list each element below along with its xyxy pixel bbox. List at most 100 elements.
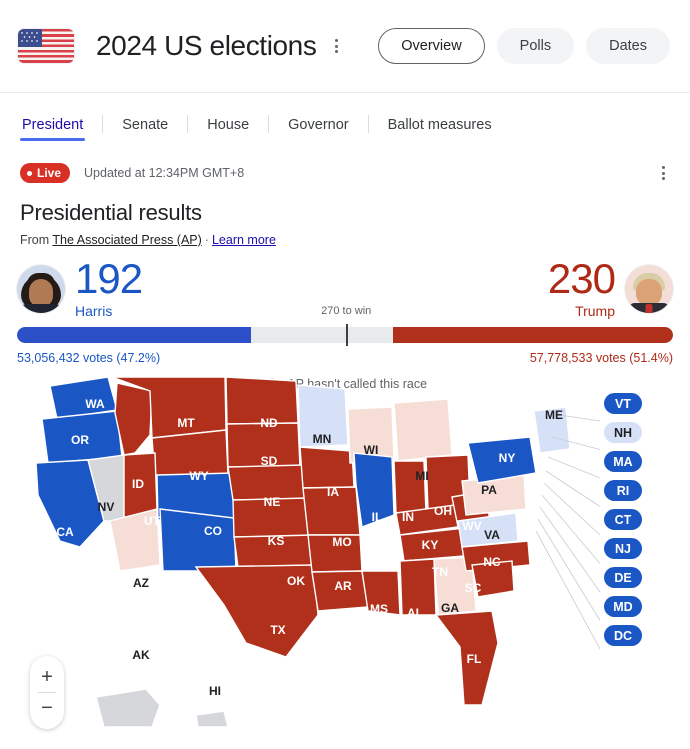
electoral-map[interactable]: WA OR CA NV ID MT WY UT CO AZ NM ND SD NE KS OK TX MN IA MO…	[0, 375, 690, 737]
harris-name: Harris	[75, 303, 113, 319]
source-separator: ·	[204, 233, 209, 247]
callout-state-list: VT NH MA RI CT NJ DE MD DC	[604, 393, 642, 646]
harris-progress-segment	[17, 327, 252, 343]
header-overflow-menu-icon[interactable]	[330, 35, 343, 57]
map-state-fl[interactable]	[434, 610, 499, 706]
tab-ballot-measures[interactable]: Ballot measures	[386, 113, 494, 141]
callout-connector-line	[541, 494, 601, 564]
status-row: Live Updated at 12:34PM GMT+8	[0, 162, 690, 184]
trump-electoral-votes: 230	[547, 255, 616, 302]
updated-timestamp: Updated at 12:34PM GMT+8	[84, 166, 245, 180]
map-label-ak: AK	[132, 648, 150, 662]
map-state-hi[interactable]	[195, 710, 229, 728]
tab-divider	[102, 115, 104, 133]
map-state-ks[interactable]	[232, 497, 309, 538]
map-label-az: AZ	[133, 576, 149, 590]
learn-more-link[interactable]: Learn more	[212, 233, 276, 247]
map-state-sd[interactable]	[226, 422, 301, 468]
map-state-il[interactable]	[353, 452, 395, 528]
threshold-label: 270 to win	[321, 305, 372, 317]
threshold-marker	[346, 324, 349, 346]
popular-vote-row: 53,056,432 votes (47.2%) 57,778,533 vote…	[17, 351, 673, 365]
live-label: Live	[37, 166, 62, 180]
map-state-nd[interactable]	[225, 376, 299, 425]
callout-pill-ct[interactable]: CT	[604, 509, 642, 530]
zoom-in-button[interactable]: +	[30, 662, 64, 692]
callout-connector-line	[535, 530, 601, 650]
tab-divider	[367, 115, 369, 133]
callout-pill-vt[interactable]: VT	[604, 393, 642, 414]
race-tabs: President Senate House Governor Ballot m…	[0, 113, 690, 141]
map-state-nm[interactable]	[159, 508, 237, 572]
callout-pill-nh[interactable]: NH	[604, 422, 642, 443]
map-state-al[interactable]	[399, 558, 437, 616]
tab-president[interactable]: President	[20, 113, 86, 141]
nav-pill-polls[interactable]: Polls	[496, 28, 575, 64]
nav-pill-dates[interactable]: Dates	[586, 28, 670, 64]
map-state-or[interactable]	[41, 410, 123, 464]
source-prefix: From	[20, 233, 50, 247]
trump-popular-votes: 57,778,533 votes (51.4%)	[529, 351, 673, 365]
harris-popular-votes: 53,056,432 votes (47.2%)	[17, 351, 161, 365]
map-state-mo[interactable]	[302, 486, 361, 536]
map-label-nm: NM	[191, 585, 210, 599]
callout-pill-dc[interactable]: DC	[604, 625, 642, 646]
results-overflow-menu-icon[interactable]	[657, 162, 670, 184]
map-state-ok[interactable]	[233, 534, 315, 568]
map-state-mi[interactable]	[393, 398, 453, 462]
callout-connector-line	[539, 506, 601, 593]
tab-house[interactable]: House	[205, 113, 251, 141]
callout-pill-md[interactable]: MD	[604, 596, 642, 617]
source-link-ap[interactable]: The Associated Press (AP)	[52, 233, 201, 247]
map-label-hi: HI	[209, 684, 221, 698]
map-state-pa[interactable]	[461, 474, 527, 516]
callout-pill-ri[interactable]: RI	[604, 480, 642, 501]
tab-divider	[187, 115, 189, 133]
progress-track	[17, 327, 673, 343]
callout-pill-ma[interactable]: MA	[604, 451, 642, 472]
candidate-trump[interactable]: 230 Trump	[548, 258, 673, 319]
trump-name: Trump	[575, 303, 615, 319]
map-state-in[interactable]	[393, 460, 427, 514]
callout-connector-line	[537, 518, 601, 621]
tab-governor[interactable]: Governor	[286, 113, 350, 141]
callout-pill-de[interactable]: DE	[604, 567, 642, 588]
app-header: 2024 US elections Overview Polls Dates	[0, 0, 690, 93]
us-map-svg[interactable]: WAORCANVIDMTWYUTCOAZNMNDSDNEKSOKTXMNIAMO…	[0, 375, 690, 737]
electoral-scoreboard: 192 Harris 230 Trump 270 to win 53,056,4…	[0, 258, 690, 391]
map-zoom-controls: + −	[30, 656, 64, 729]
map-state-ne[interactable]	[227, 464, 306, 501]
map-state-ms[interactable]	[361, 570, 401, 616]
trump-progress-segment	[392, 327, 673, 343]
top-nav: Overview Polls Dates	[378, 28, 670, 64]
candidate-harris[interactable]: 192 Harris	[17, 255, 143, 319]
map-state-me[interactable]	[533, 406, 571, 454]
map-state-sc[interactable]	[471, 560, 515, 598]
map-state-la[interactable]	[311, 570, 369, 612]
results-source: From The Associated Press (AP) · Learn mor…	[0, 233, 690, 247]
callout-connector-line	[545, 470, 601, 507]
harris-electoral-votes: 192	[75, 255, 143, 302]
map-state-ia[interactable]	[299, 446, 355, 489]
map-state-ar[interactable]	[307, 534, 363, 573]
page-title: 2024 US elections	[96, 30, 317, 61]
results-heading: Presidential results	[20, 200, 202, 225]
callout-connector-line	[543, 482, 601, 536]
map-state-tx[interactable]	[194, 564, 319, 658]
zoom-out-button[interactable]: −	[30, 693, 64, 723]
map-state-ak[interactable]	[95, 688, 161, 728]
trump-avatar	[625, 264, 673, 313]
nav-pill-overview[interactable]: Overview	[378, 28, 485, 64]
map-state-ny[interactable]	[467, 436, 537, 484]
callout-pill-nj[interactable]: NJ	[604, 538, 642, 559]
callout-connector-line	[547, 456, 601, 479]
tab-divider	[268, 115, 270, 133]
harris-avatar	[17, 264, 65, 313]
electoral-progress-bar: 270 to win	[17, 305, 673, 346]
us-flag-icon	[18, 29, 74, 63]
tab-senate[interactable]: Senate	[120, 113, 170, 141]
map-state-wy[interactable]	[151, 429, 229, 481]
live-dot-icon	[27, 170, 32, 176]
map-state-mn[interactable]	[297, 384, 349, 448]
map-label-la: LA	[337, 622, 353, 636]
